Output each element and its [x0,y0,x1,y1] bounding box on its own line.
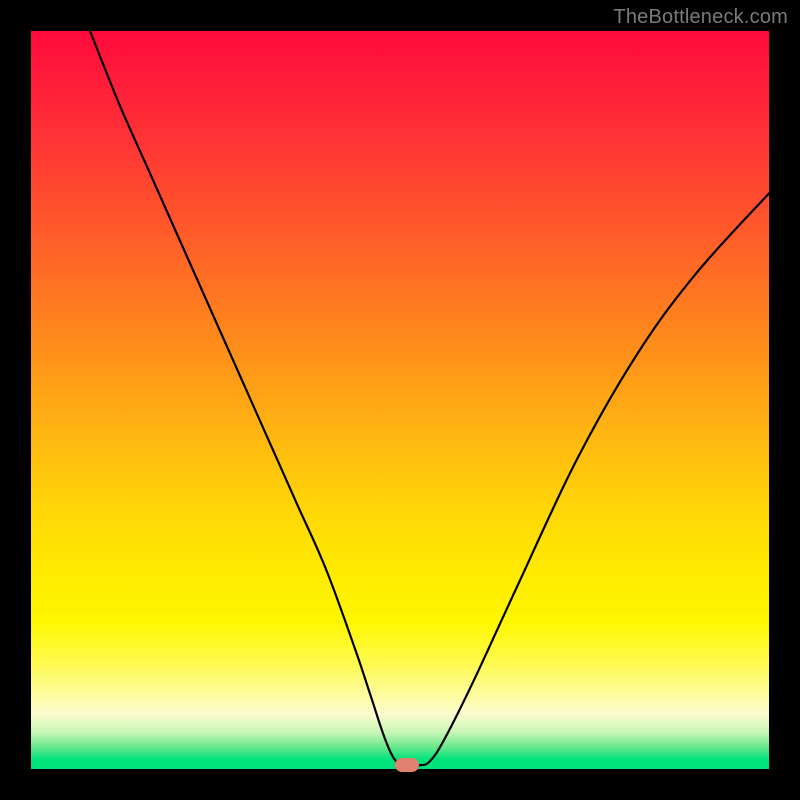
chart-frame: TheBottleneck.com [0,0,800,800]
watermark-text: TheBottleneck.com [613,6,788,29]
plot-area [31,31,769,769]
bottleneck-curve [31,31,769,769]
optimum-marker [395,758,419,772]
